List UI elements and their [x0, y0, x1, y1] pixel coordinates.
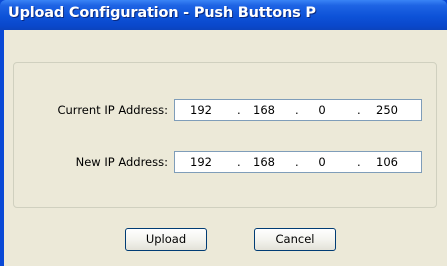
current-ip-octet-1[interactable]: 192	[181, 103, 221, 117]
dialog-body: Current IP Address: 192 . 168 . 0 . 250 …	[4, 30, 447, 266]
current-ip-octet-2[interactable]: 168	[244, 103, 284, 117]
current-ip-octet-4[interactable]: 250	[367, 103, 407, 117]
current-ip-label: Current IP Address:	[57, 103, 168, 117]
title-bar[interactable]: Upload Configuration - Push Buttons P	[0, 0, 447, 30]
ip-address-group: Current IP Address: 192 . 168 . 0 . 250 …	[13, 62, 437, 208]
dialog-window: Upload Configuration - Push Buttons P Cu…	[0, 0, 447, 266]
new-ip-octet-1[interactable]: 192	[181, 155, 221, 169]
new-ip-octet-4[interactable]: 106	[367, 155, 407, 169]
new-ip-field[interactable]: 192 . 168 . 0 . 106	[174, 151, 422, 173]
window-title: Upload Configuration - Push Buttons P	[8, 5, 316, 21]
upload-button[interactable]: Upload	[125, 228, 207, 251]
cancel-button[interactable]: Cancel	[254, 228, 336, 251]
current-ip-separator: .	[237, 103, 241, 117]
new-ip-separator: .	[357, 155, 361, 169]
new-ip-octet-3[interactable]: 0	[302, 155, 342, 169]
new-ip-octet-2[interactable]: 168	[244, 155, 284, 169]
current-ip-separator: .	[295, 103, 299, 117]
current-ip-octet-3[interactable]: 0	[302, 103, 342, 117]
new-ip-separator: .	[237, 155, 241, 169]
current-ip-separator: .	[357, 103, 361, 117]
new-ip-separator: .	[295, 155, 299, 169]
new-ip-label: New IP Address:	[75, 155, 168, 169]
current-ip-field[interactable]: 192 . 168 . 0 . 250	[174, 99, 422, 121]
